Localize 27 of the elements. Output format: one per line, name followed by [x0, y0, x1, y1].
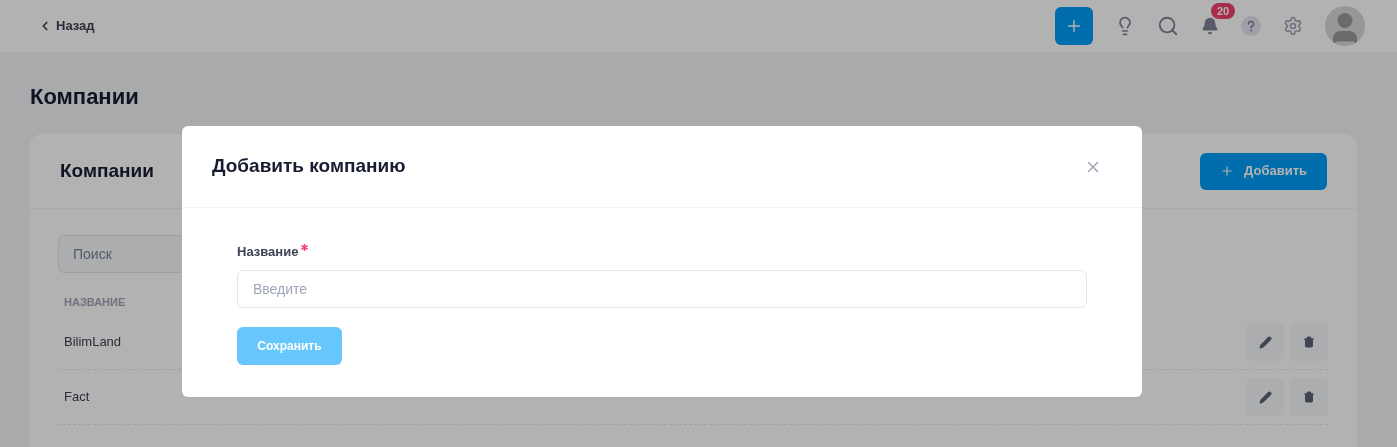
table-cell-text: BilimLand	[64, 333, 122, 352]
modal-title: Добавить компанию	[212, 154, 406, 179]
column-header: НАЗВАНИЕ	[63, 294, 126, 310]
edit-button[interactable]	[1246, 323, 1284, 361]
plus-icon	[1220, 164, 1235, 178]
plus-icon	[1065, 17, 1083, 35]
notification-count: 20	[1211, 3, 1236, 19]
table-cell-text: Fact	[64, 388, 90, 407]
pencil-icon	[1258, 390, 1272, 404]
settings-icon[interactable]	[1283, 16, 1303, 36]
field-label: Название	[237, 243, 299, 261]
pencil-icon	[1258, 335, 1272, 349]
card-title: Компании	[60, 158, 154, 183]
edit-button[interactable]	[1246, 378, 1284, 416]
trash-icon	[1303, 391, 1315, 403]
delete-button[interactable]	[1290, 378, 1328, 416]
name-field[interactable]: Введите	[237, 269, 1087, 308]
delete-button[interactable]	[1290, 323, 1328, 361]
create-button[interactable]	[1055, 7, 1093, 45]
search-icon[interactable]	[1157, 15, 1179, 37]
add-button[interactable]: Добавить	[1200, 152, 1327, 190]
trash-icon	[1303, 336, 1315, 348]
bell-icon[interactable]	[1201, 17, 1219, 35]
help-icon[interactable]	[1241, 16, 1261, 36]
page-title: Компании	[30, 84, 140, 110]
back-link[interactable]: Назад	[38, 16, 95, 36]
avatar[interactable]	[1325, 6, 1365, 46]
